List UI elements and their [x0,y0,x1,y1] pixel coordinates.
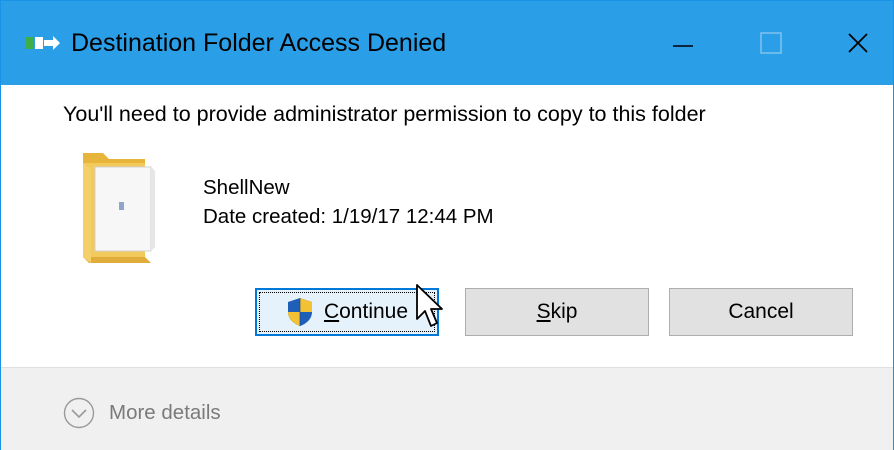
continue-button[interactable]: Continue [255,288,439,336]
mouse-cursor-icon [416,284,443,327]
dialog-window: Destination Folder Access Denied You'll … [0,0,894,450]
close-icon [848,33,868,53]
skip-button[interactable]: Skip [465,288,649,336]
maximize-icon [760,32,782,54]
cancel-label: Cancel [728,300,794,323]
minimize-button[interactable] [649,13,719,73]
close-button[interactable] [823,13,893,73]
folder-icon [83,153,155,263]
title-bar[interactable]: Destination Folder Access Denied [1,1,893,85]
continue-label: Continue [323,300,409,323]
dialog-content: You'll need to provide administrator per… [1,85,893,367]
permission-message: You'll need to provide administrator per… [63,102,706,126]
maximize-button[interactable] [739,13,809,73]
uac-shield-icon [287,298,312,326]
more-details-toggle[interactable]: More details [63,396,221,430]
window-title: Destination Folder Access Denied [71,29,447,57]
item-date-created: Date created: 1/19/17 12:44 PM [203,205,494,228]
chevron-down-circle-icon [63,397,95,429]
minimize-icon [673,45,693,47]
more-details-label: More details [109,401,221,424]
skip-label: Skip [536,300,578,323]
item-name: ShellNew [203,176,290,199]
dialog-footer: More details [1,367,893,450]
file-move-icon [26,36,60,50]
cancel-button[interactable]: Cancel [669,288,853,336]
